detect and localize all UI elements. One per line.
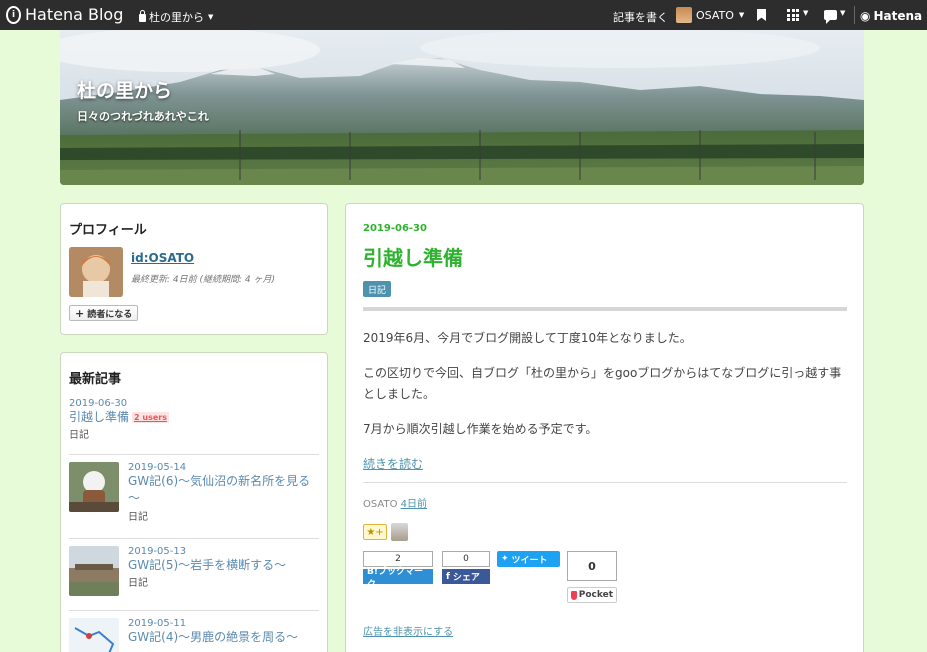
- pocket-label: Pocket: [578, 590, 613, 600]
- hatena-bookmark-button[interactable]: B!ブックマーク: [363, 567, 433, 590]
- entry-title[interactable]: GW記(6)～気仙沼の新名所を見る～: [128, 473, 318, 508]
- write-article-link[interactable]: 記事を書く: [613, 9, 668, 25]
- list-item: 2019-05-14 GW記(6)～気仙沼の新名所を見る～ 日記: [128, 462, 318, 523]
- plus-icon: +: [75, 306, 85, 320]
- profile-user-id[interactable]: id:OSATO: [131, 251, 194, 265]
- article-category-tag[interactable]: 日記: [363, 281, 392, 297]
- article-date[interactable]: 2019-06-30: [363, 223, 427, 234]
- entry-date: 2019-06-30: [69, 398, 128, 409]
- tweet-button[interactable]: ✦ ツイート: [497, 551, 560, 567]
- bookmark-icon[interactable]: [757, 9, 766, 21]
- divider: [363, 482, 847, 483]
- read-more-link[interactable]: 続きを読む: [363, 455, 423, 472]
- facebook-share-button[interactable]: f シェア: [442, 569, 490, 584]
- entry-date: 2019-05-14: [128, 462, 187, 473]
- blog-header[interactable]: 杜の里から 日々のつれづれあれやこれ: [60, 30, 864, 185]
- caret-down-icon: ▼: [738, 11, 745, 19]
- facebook-share-label: シェア: [452, 573, 480, 583]
- logo-text: Hatena Blog: [25, 5, 124, 24]
- lock-icon: [139, 10, 146, 22]
- entry-category[interactable]: 日記: [128, 508, 318, 523]
- entry-title[interactable]: GW記(4)～男鹿の絶景を周る～: [128, 629, 318, 646]
- caret-down-icon: ▼: [803, 9, 809, 17]
- article-title[interactable]: 引越し準備: [363, 242, 463, 271]
- blog-subtitle: 日々のつれづれあれやこれ: [77, 110, 209, 123]
- profile-meta: 最終更新: 4日前 (継続期間: 4 ヶ月): [131, 275, 275, 285]
- article-paragraph: 7月から順次引越し作業を始める予定です。: [363, 422, 598, 436]
- article-entry: 2019-06-30 引越し準備 日記 2019年6月、今月でブログ開設して丁度…: [345, 203, 864, 652]
- entry-category[interactable]: 日記: [69, 426, 319, 441]
- hatena-h-icon: ◉: [860, 9, 871, 23]
- entry-category[interactable]: 日記: [128, 574, 318, 589]
- user-name: OSATO: [696, 8, 734, 22]
- twitter-bird-icon: ✦: [501, 554, 509, 564]
- bookmark-users-badge[interactable]: 2 users: [132, 411, 169, 424]
- pocket-button[interactable]: Pocket: [567, 587, 617, 603]
- blog-switcher[interactable]: 杜の里から ▼: [139, 9, 213, 25]
- facebook-icon: f: [446, 571, 450, 582]
- entry-title[interactable]: 引越し準備: [69, 410, 129, 424]
- hide-ads-link[interactable]: 広告を非表示にする: [363, 623, 453, 638]
- global-header: i Hatena Blog 杜の里から ▼ 記事を書く OSATO ▼ ▼ ▼ …: [0, 0, 927, 30]
- time-ago-link[interactable]: 4日前: [401, 499, 427, 510]
- profile-avatar[interactable]: [69, 247, 123, 297]
- author-name[interactable]: OSATO: [363, 499, 397, 510]
- hatena-brand-link[interactable]: ◉ Hatena: [860, 9, 922, 23]
- subscribe-label: 読者になる: [87, 309, 133, 320]
- profile-heading: プロフィール: [69, 223, 147, 238]
- entry-thumbnail[interactable]: [69, 618, 119, 652]
- blog-switcher-label: 杜の里から: [149, 11, 204, 24]
- divider: [854, 6, 855, 24]
- subscribe-button[interactable]: + 読者になる: [69, 305, 139, 321]
- list-item: 2019-05-13 GW記(5)～岩手を横断する～ 日記: [128, 546, 318, 589]
- article-paragraph: 2019年6月、今月でブログ開設して丁度10年となりました。: [363, 331, 692, 345]
- entry-thumbnail[interactable]: [69, 546, 119, 596]
- profile-module: プロフィール id:OSATO 最終更新: 4日前 (継続期間: 4 ヶ月) +…: [60, 203, 328, 335]
- recent-heading: 最新記事: [69, 372, 122, 387]
- entry-date: 2019-05-13: [128, 546, 187, 557]
- article-paragraph: この区切りで今回、自ブログ「杜の里から」をgooブログからはてなブログに引っ越す…: [363, 366, 842, 401]
- article-footer: OSATO 4日前: [363, 495, 427, 510]
- add-star-button[interactable]: ★+: [363, 524, 387, 540]
- caret-down-icon: ▼: [840, 9, 846, 17]
- tweet-label: ツイート: [511, 555, 548, 566]
- blog-title[interactable]: 杜の里から: [77, 76, 172, 103]
- pocket-count: 0: [567, 551, 617, 581]
- recent-entries-module: 最新記事 2019-06-30 引越し準備 2 users 日記 2019-05-…: [60, 352, 328, 652]
- facebook-share-count: 0: [442, 551, 490, 567]
- notification-icon[interactable]: [824, 10, 837, 24]
- app-grid-icon[interactable]: [787, 9, 799, 21]
- user-menu[interactable]: OSATO ▼: [676, 7, 744, 23]
- hatena-blog-logo[interactable]: i Hatena Blog: [6, 5, 123, 24]
- divider: [69, 538, 319, 539]
- list-item: 2019-05-11 GW記(4)～男鹿の絶景を周る～: [128, 618, 318, 646]
- divider: [69, 454, 319, 455]
- hatena-logo-icon: i: [6, 5, 21, 24]
- caret-down-icon: ▼: [208, 13, 214, 21]
- entry-title-link[interactable]: 引越し準備 2 users: [69, 409, 319, 426]
- list-item: 2019-06-30 引越し準備 2 users 日記: [69, 398, 319, 441]
- hatena-brand-text: Hatena: [873, 9, 923, 23]
- star-user-avatar[interactable]: [391, 523, 408, 541]
- divider: [363, 307, 847, 311]
- entry-thumbnail[interactable]: [69, 462, 119, 512]
- user-avatar: [676, 7, 692, 23]
- entry-date: 2019-05-11: [128, 618, 187, 629]
- pocket-icon: [571, 590, 577, 600]
- entry-title[interactable]: GW記(5)～岩手を横断する～: [128, 557, 318, 574]
- divider: [69, 610, 319, 611]
